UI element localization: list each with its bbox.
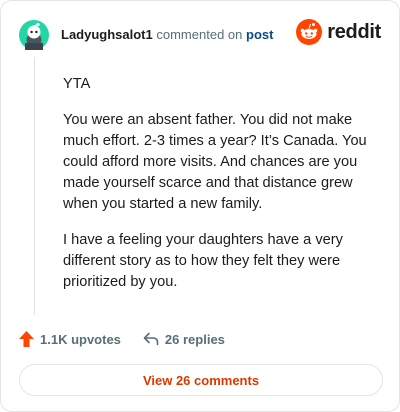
byline: Ladyughsalot1 commented on post: [61, 27, 273, 43]
comment-paragraph: I have a feeling your daughters have a v…: [63, 232, 343, 290]
replies-button[interactable]: 26 replies: [143, 332, 225, 347]
comment-card: Ladyughsalot1 commented on post reddit Y…: [0, 0, 400, 412]
comment-body: YTA You were an absent father. You did n…: [63, 74, 387, 308]
reddit-logo[interactable]: reddit: [296, 19, 381, 45]
view-comments-button[interactable]: View 26 comments: [19, 364, 383, 396]
post-link[interactable]: post: [246, 27, 273, 42]
comment-paragraph: You were an absent father. You did not m…: [63, 112, 367, 212]
commented-on-text: commented on: [156, 27, 243, 42]
reply-count: 26 replies: [164, 331, 225, 347]
comment-actions: 1.1K upvotes 26 replies: [19, 331, 225, 347]
comment-header: Ladyughsalot1 commented on post reddit: [19, 19, 381, 51]
brand-name: reddit: [327, 20, 381, 43]
snoo-avatar-icon[interactable]: [19, 20, 49, 50]
reddit-logo-icon: [296, 19, 323, 45]
reply-arrow-icon: [143, 332, 159, 346]
upvote-arrow-icon: [19, 331, 34, 347]
username-link[interactable]: Ladyughsalot1: [61, 27, 153, 42]
upvote-button[interactable]: 1.1K upvotes: [19, 331, 121, 347]
upvote-count: 1.1K upvotes: [40, 331, 121, 347]
thread-line[interactable]: [34, 57, 35, 315]
comment-paragraph: YTA: [63, 76, 91, 92]
